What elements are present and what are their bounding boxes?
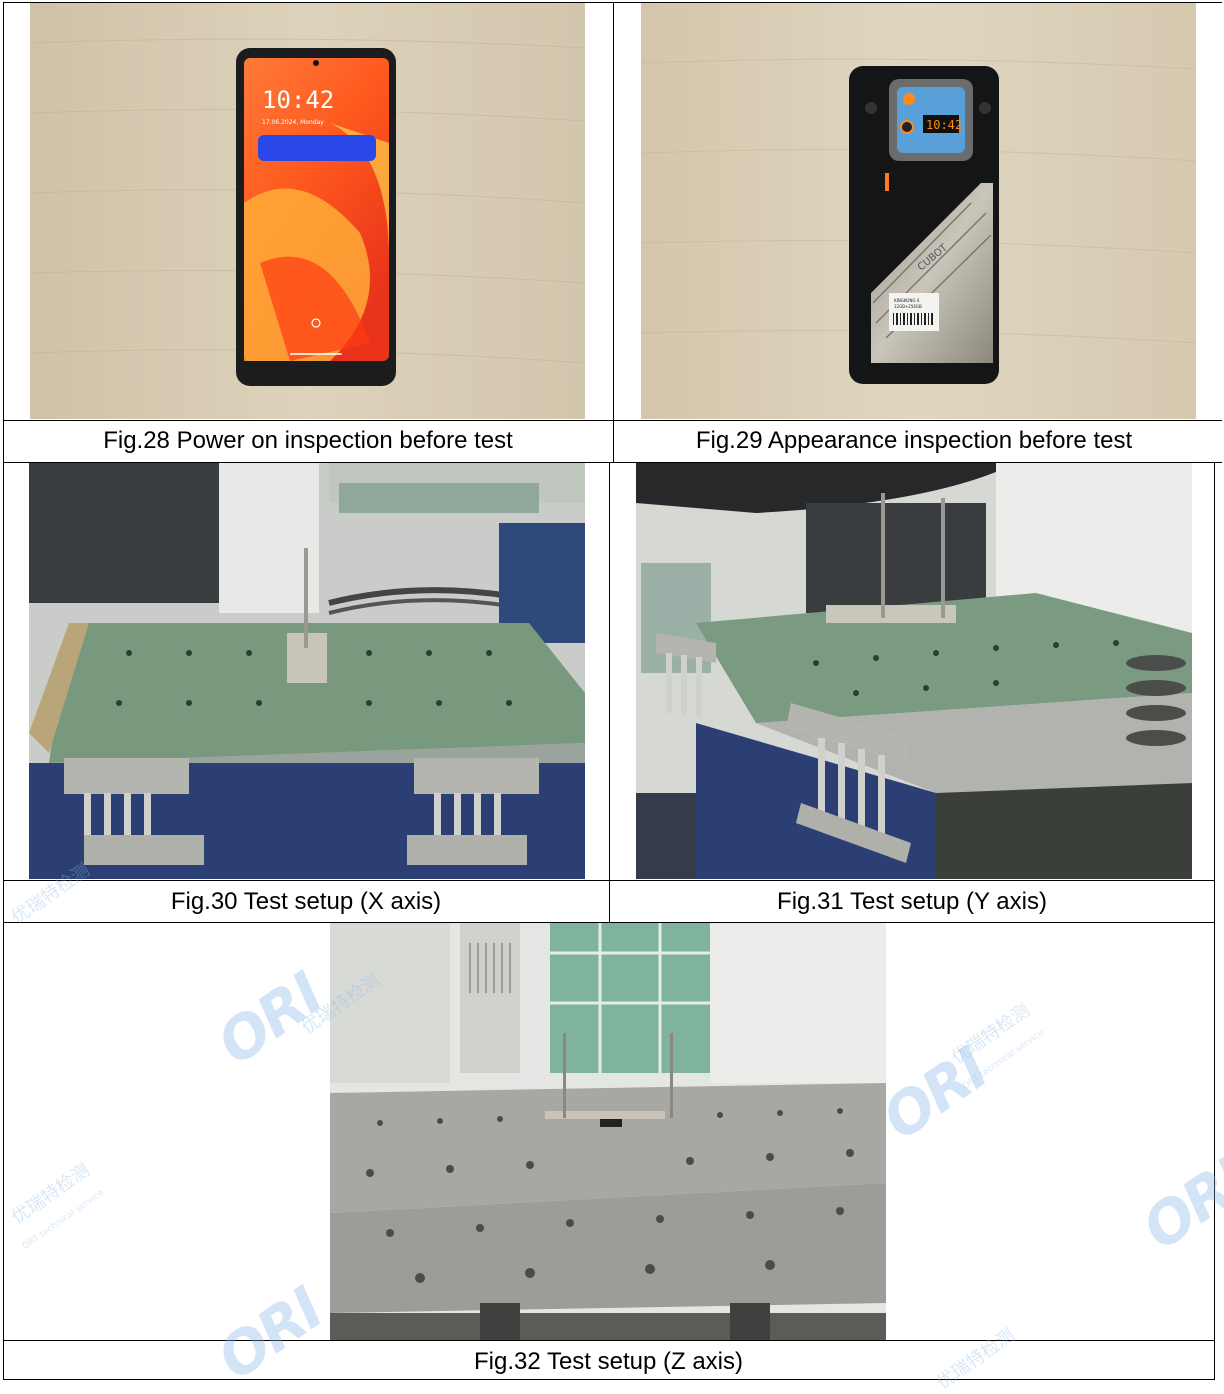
phone-front-date: 17.06.2024, Monday (262, 119, 324, 126)
photo-phone-back: 10:42 CUBOT KINGKONG X 12GB+256GB (641, 3, 1196, 419)
caption-fig32: Fig.32 Test setup (Z axis) (474, 1348, 743, 1375)
table-border-bottom (3, 1379, 1215, 1380)
caption-fig28: Fig.28 Power on inspection before test (103, 427, 513, 454)
watermark-cn-text: 优瑞特检测 (947, 999, 1034, 1069)
photo-test-setup-y (636, 463, 1192, 879)
watermark-cn-2: 优瑞特检测 (945, 1000, 1035, 1069)
caption-fig30: Fig.30 Test setup (X axis) (170, 888, 442, 915)
table-row-line-3 (3, 880, 1215, 881)
photo-test-setup-x (29, 463, 585, 879)
caption-fig29: Fig.29 Appearance inspection before test (695, 427, 1133, 454)
phone-back-label-spec: 12GB+256GB (894, 304, 922, 309)
photo-test-setup-z (330, 923, 886, 1340)
table-border-right (1214, 462, 1215, 1380)
watermark-ori-2: ORI (870, 1035, 999, 1154)
watermark-logo: ORI (1130, 1144, 1224, 1264)
watermark-ori-3: ORI (1130, 1145, 1224, 1264)
watermark-logo: ORI (870, 1034, 1000, 1154)
watermark-en-3: ORT technical service (15, 1188, 112, 1252)
watermark-en-text: ORT technical service (20, 1188, 107, 1252)
table-row-line-5 (3, 1340, 1215, 1341)
table-divider-v2 (609, 462, 610, 922)
phone-front-clock: 10:42 (262, 86, 334, 114)
watermark-ori-1: ORI (205, 960, 334, 1079)
watermark-cn-3: 优瑞特检测 (5, 1160, 95, 1229)
phone-back-clock: 10:42 (926, 118, 962, 132)
photo-phone-front: 10:42 17.06.2024, Monday (30, 3, 585, 419)
watermark-logo: ORI (205, 959, 335, 1079)
table-divider-v1 (613, 2, 614, 462)
table-border-left (3, 2, 4, 1380)
watermark-en-2: ORT technical service (955, 1028, 1052, 1092)
watermark-en-text: ORT technical service (960, 1028, 1047, 1092)
table-row-line-1 (3, 420, 1222, 421)
phone-back-label-model: KINGKONG X (894, 298, 920, 303)
watermark-cn-text: 优瑞特检测 (7, 1159, 94, 1229)
caption-fig31: Fig.31 Test setup (Y axis) (777, 888, 1047, 915)
